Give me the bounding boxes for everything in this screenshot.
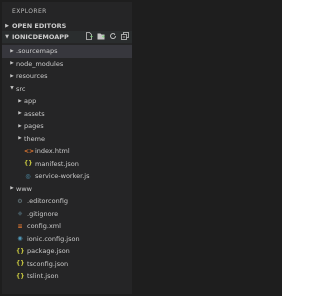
- tree-folder-item[interactable]: ▶ resources: [2, 70, 132, 83]
- project-section[interactable]: ▼ IONICDEMOAPP: [2, 31, 132, 43]
- vscode-window: EXPLORER ▶ OPEN EDITORS ▼ IONICDEMOAPP ▶…: [0, 0, 282, 296]
- chevron-right-icon: ▶: [18, 111, 22, 117]
- tree-item-label: assets: [24, 109, 45, 118]
- tree-item-label: pages: [24, 122, 44, 131]
- json-file-icon: {}: [24, 160, 33, 168]
- git-file-icon: ◆: [17, 210, 23, 218]
- tree-item-label: app: [24, 97, 37, 106]
- tree-item-label: src: [16, 84, 26, 93]
- tree-folder-item[interactable]: ▶ app: [2, 95, 132, 108]
- tree-file-item[interactable]: {} package.json: [2, 245, 132, 258]
- tree-item-label: resources: [16, 72, 48, 81]
- tree-folder-item[interactable]: ▶ .sourcemaps: [2, 45, 132, 58]
- tree-item-label: manifest.json: [35, 159, 79, 168]
- tree-file-item[interactable]: {} tslint.json: [2, 270, 132, 283]
- ionic-file-icon: ◉: [17, 235, 23, 243]
- tree-item-label: ionic.config.json: [27, 234, 80, 243]
- tree-file-item[interactable]: ◆ .gitignore: [2, 208, 132, 221]
- js-file-icon: ◎: [25, 172, 31, 180]
- tree-item-label: config.xml: [27, 222, 61, 231]
- new-file-icon[interactable]: [85, 32, 93, 40]
- explorer-sidebar: EXPLORER ▶ OPEN EDITORS ▼ IONICDEMOAPP ▶…: [2, 2, 132, 294]
- json-file-icon: {}: [16, 272, 25, 280]
- open-editors-label: OPEN EDITORS: [12, 21, 67, 30]
- project-actions: [85, 32, 129, 40]
- chevron-down-icon: ▼: [5, 34, 9, 40]
- chevron-right-icon: ▶: [5, 22, 9, 29]
- chevron-right-icon: ▶: [18, 98, 22, 104]
- chevron-down-icon: ▼: [10, 86, 14, 92]
- tree-folder-item[interactable]: ▶ node_modules: [2, 58, 132, 71]
- tree-folder-item[interactable]: ▶ assets: [2, 108, 132, 121]
- tree-file-item[interactable]: <> index.html: [2, 145, 132, 158]
- chevron-right-icon: ▶: [10, 48, 14, 54]
- tree-item-label: .editorconfig: [27, 197, 68, 206]
- tree-file-item[interactable]: {} manifest.json: [2, 158, 132, 171]
- new-folder-icon[interactable]: [97, 32, 105, 40]
- xml-file-icon: ≡: [17, 222, 23, 230]
- chevron-right-icon: ▶: [10, 186, 14, 192]
- json-file-icon: {}: [16, 260, 25, 268]
- tree-item-label: www: [16, 184, 32, 193]
- open-editors-section[interactable]: ▶ OPEN EDITORS: [2, 20, 132, 31]
- tree-item-label: index.html: [35, 147, 70, 156]
- editor-area: [132, 2, 282, 294]
- file-tree: ▶ .sourcemaps ▶ node_modules ▶ resources ▼ src ▶…: [2, 45, 132, 283]
- refresh-icon[interactable]: [109, 32, 117, 40]
- chevron-right-icon: ▶: [10, 73, 14, 79]
- tree-item-label: node_modules: [16, 59, 64, 68]
- tree-file-item[interactable]: ◎ service-worker.js: [2, 170, 132, 183]
- tree-item-label: .gitignore: [27, 209, 59, 218]
- chevron-right-icon: ▶: [10, 61, 14, 67]
- tree-file-item[interactable]: ≡ config.xml: [2, 220, 132, 233]
- tree-file-item[interactable]: ⚙ .editorconfig: [2, 195, 132, 208]
- tree-folder-item[interactable]: ▶ www: [2, 183, 132, 196]
- config-file-icon: ⚙: [17, 197, 23, 205]
- tree-item-label: theme: [24, 134, 45, 143]
- tree-file-item[interactable]: {} tsconfig.json: [2, 258, 132, 271]
- tree-item-label: .sourcemaps: [16, 47, 58, 56]
- project-label: IONICDEMOAPP: [12, 33, 69, 41]
- html-file-icon: <>: [24, 147, 35, 155]
- json-file-icon: {}: [16, 247, 25, 255]
- explorer-title: EXPLORER: [12, 7, 47, 15]
- chevron-right-icon: ▶: [18, 123, 22, 129]
- tree-item-label: tsconfig.json: [27, 259, 69, 268]
- tree-file-item[interactable]: ◉ ionic.config.json: [2, 233, 132, 246]
- tree-folder-item[interactable]: ▶ theme: [2, 133, 132, 146]
- tree-item-label: service-worker.js: [35, 172, 90, 181]
- collapse-all-icon[interactable]: [121, 32, 129, 40]
- tree-item-label: package.json: [27, 247, 70, 256]
- tree-item-label: tslint.json: [27, 272, 59, 281]
- tree-folder-item[interactable]: ▼ src: [2, 83, 132, 96]
- tree-folder-item[interactable]: ▶ pages: [2, 120, 132, 133]
- chevron-right-icon: ▶: [18, 136, 22, 142]
